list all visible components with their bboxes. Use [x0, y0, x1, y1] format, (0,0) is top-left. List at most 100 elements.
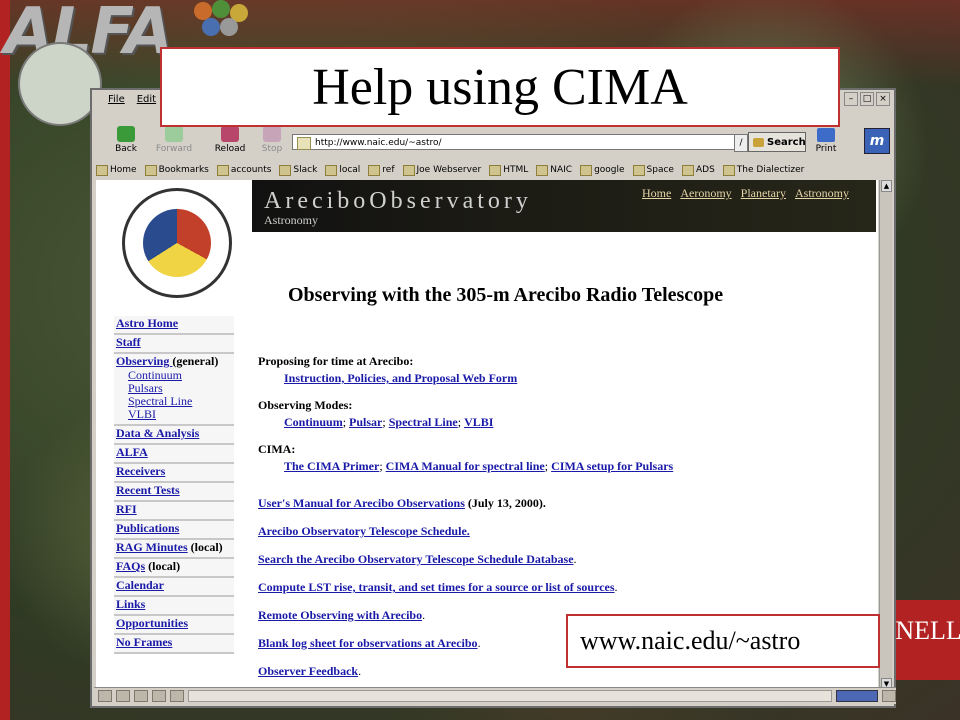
status-text-field	[188, 690, 832, 702]
back-arrow-icon	[117, 126, 135, 142]
nav-publications[interactable]: Publications	[114, 521, 234, 540]
cima-pulsar-setup-link[interactable]: CIMA setup for Pulsars	[551, 459, 673, 473]
nav-calendar[interactable]: Calendar	[114, 578, 234, 597]
maximize-icon[interactable]: □	[860, 92, 874, 106]
forward-button[interactable]: Forward	[154, 126, 194, 154]
bookmark-ref[interactable]: ref	[368, 164, 395, 176]
scroll-up-icon[interactable]: ▲	[881, 180, 892, 192]
nav-faqs[interactable]: FAQs (local)	[114, 559, 234, 578]
bookmark-joe-webserver[interactable]: Joe Webserver	[402, 164, 481, 176]
print-button[interactable]: Print	[810, 128, 842, 154]
logsheet-link[interactable]: Blank log sheet for observations at Arec…	[258, 636, 478, 650]
link-icon	[580, 164, 593, 176]
schedule-link[interactable]: Arecibo Observatory Telescope Schedule.	[258, 524, 470, 538]
bookmark-google[interactable]: google	[580, 164, 625, 176]
reload-button[interactable]: Reload	[210, 126, 250, 154]
users-manual-link[interactable]: User's Manual for Arecibo Observations	[258, 496, 465, 510]
composer-icon[interactable]	[134, 690, 148, 702]
nav-receivers[interactable]: Receivers	[114, 464, 234, 483]
link-icon	[681, 164, 694, 176]
personal-toolbar: Home Bookmarks accounts Slack local ref …	[96, 162, 891, 178]
lst-link[interactable]: Compute LST rise, transit, and set times…	[258, 580, 615, 594]
bookmark-accounts[interactable]: accounts	[216, 164, 271, 176]
folder-icon	[216, 164, 229, 176]
folder-icon	[632, 164, 645, 176]
cima-spectral-manual-link[interactable]: CIMA Manual for spectral line	[386, 459, 545, 473]
nav-astronomy[interactable]: Astronomy	[795, 186, 849, 201]
menu-file[interactable]: File	[108, 94, 125, 105]
folder-icon	[279, 164, 292, 176]
bookmark-slack[interactable]: Slack	[279, 164, 317, 176]
page-icon	[297, 137, 311, 150]
window-controls: – □ ×	[844, 92, 890, 106]
mode-vlbi-link[interactable]: VLBI	[464, 415, 493, 429]
progress-indicator	[836, 690, 878, 702]
nav-staff[interactable]: Staff	[114, 335, 234, 354]
forward-arrow-icon	[165, 126, 183, 142]
nav-recent-tests[interactable]: Recent Tests	[114, 483, 234, 502]
status-bar	[94, 687, 896, 704]
folder-icon	[536, 164, 549, 176]
cima-primer-link[interactable]: The CIMA Primer	[284, 459, 379, 473]
home-icon	[96, 164, 108, 176]
security-lock-icon[interactable]	[882, 690, 896, 702]
folder-icon	[489, 164, 502, 176]
left-red-stripe	[0, 0, 10, 720]
nav-home[interactable]: Home	[642, 186, 671, 201]
nav-aeronomy[interactable]: Aeronomy	[680, 186, 731, 201]
vertical-scrollbar[interactable]: ▲ ▼	[879, 180, 892, 690]
mozilla-logo-icon: m	[864, 128, 890, 154]
nav-no-frames[interactable]: No Frames	[114, 635, 234, 654]
stop-button[interactable]: Stop	[252, 126, 292, 154]
feedback-link[interactable]: Observer Feedback	[258, 664, 358, 678]
minimize-icon[interactable]: –	[844, 92, 858, 106]
url-input[interactable]: http://www.naic.edu/~astro/	[292, 134, 742, 150]
nav-observing[interactable]: Observing (general) Continuum Pulsars Sp…	[114, 354, 234, 426]
bookmark-dialectizer[interactable]: The Dialectizer	[722, 164, 804, 176]
page-heading: Observing with the 305-m Arecibo Radio T…	[288, 284, 724, 306]
navigator-icon[interactable]	[98, 690, 112, 702]
close-icon[interactable]: ×	[876, 92, 890, 106]
bookmark-home[interactable]: Home	[96, 164, 137, 176]
nav-rfi[interactable]: RFI	[114, 502, 234, 521]
nav-vlbi[interactable]: VLBI	[128, 408, 234, 421]
nav-data-analysis[interactable]: Data & Analysis	[114, 426, 234, 445]
search-icon	[753, 138, 764, 147]
link-icon	[722, 164, 735, 176]
menu-edit[interactable]: Edit	[137, 94, 156, 105]
irc-icon[interactable]	[170, 690, 184, 702]
banner-subtitle: Astronomy	[264, 213, 318, 227]
mode-continuum-link[interactable]: Continuum	[284, 415, 343, 429]
reload-icon	[221, 126, 239, 142]
bookmark-ads[interactable]: ADS	[681, 164, 715, 176]
cima-section: CIMA: The CIMA Primer; CIMA Manual for s…	[258, 442, 674, 473]
bookmark-html[interactable]: HTML	[489, 164, 528, 176]
mail-icon[interactable]	[116, 690, 130, 702]
remote-observing-link[interactable]: Remote Observing with Arecibo	[258, 608, 422, 622]
bookmark-naic[interactable]: NAIC	[536, 164, 572, 176]
modes-section: Observing Modes: Continuum; Pulsar; Spec…	[258, 398, 494, 429]
search-button[interactable]: Search	[748, 132, 806, 152]
back-button[interactable]: Back	[106, 126, 146, 154]
nav-rag-minutes[interactable]: RAG Minutes (local)	[114, 540, 234, 559]
bookmark-bookmarks[interactable]: Bookmarks	[144, 164, 209, 176]
nav-planetary[interactable]: Planetary	[741, 186, 786, 201]
nav-astro-home[interactable]: Astro Home	[114, 316, 234, 335]
mode-pulsar-link[interactable]: Pulsar	[349, 415, 382, 429]
proposal-form-link[interactable]: Instruction, Policies, and Proposal Web …	[284, 371, 517, 385]
nav-alfa[interactable]: ALFA	[114, 445, 234, 464]
proposing-section: Proposing for time at Arecibo: Instructi…	[258, 354, 518, 385]
alfa-spheres-logo	[190, 0, 250, 40]
nav-opportunities[interactable]: Opportunities	[114, 616, 234, 635]
bookmark-space[interactable]: Space	[632, 164, 674, 176]
folder-icon	[402, 164, 415, 176]
addressbook-icon[interactable]	[152, 690, 166, 702]
schedule-db-link[interactable]: Search the Arecibo Observatory Telescope…	[258, 552, 574, 566]
nav-links[interactable]: Links	[114, 597, 234, 616]
stop-icon	[263, 126, 281, 142]
users-manual-row: User's Manual for Arecibo Observations (…	[258, 496, 546, 510]
mode-spectral-line-link[interactable]: Spectral Line	[389, 415, 458, 429]
bookmark-local[interactable]: local	[325, 164, 360, 176]
left-navigation: Astro Home Staff Observing (general) Con…	[114, 316, 234, 654]
url-dropdown-button[interactable]: /	[734, 134, 748, 152]
